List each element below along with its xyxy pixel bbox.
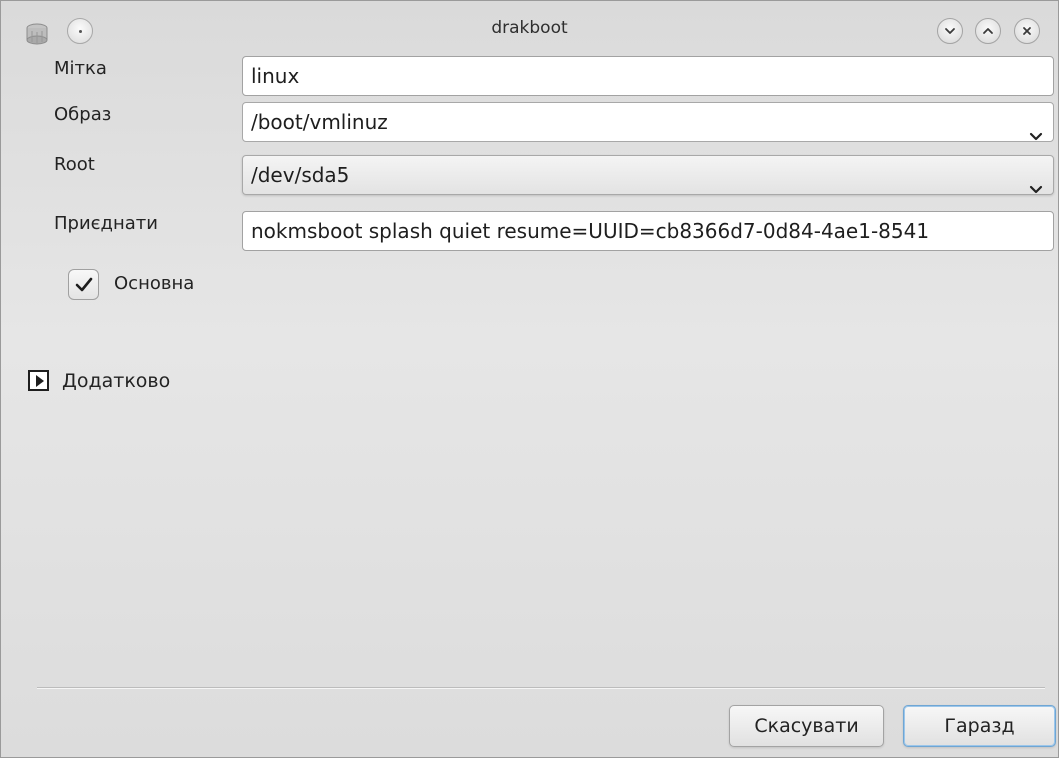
label-input[interactable]: linux — [242, 56, 1054, 96]
image-combobox[interactable]: /boot/vmlinuz — [242, 102, 1054, 142]
default-checkbox-label[interactable]: Основна — [114, 273, 194, 294]
chevron-down-icon[interactable] — [1029, 116, 1043, 154]
root-combobox-value: /dev/sda5 — [251, 163, 350, 187]
close-icon[interactable] — [1014, 18, 1040, 44]
root-field-label: Root — [54, 154, 95, 175]
cancel-button[interactable]: Скасувати — [729, 705, 884, 747]
separator — [37, 687, 1045, 689]
append-input[interactable]: nokmsboot splash quiet resume=UUID=cb836… — [242, 211, 1054, 251]
root-combobox[interactable]: /dev/sda5 — [242, 155, 1054, 195]
image-field-label: Образ — [54, 104, 112, 125]
maximize-icon[interactable] — [975, 18, 1001, 44]
minimize-icon[interactable] — [937, 18, 963, 44]
drakboot-window: drakboot Мітка linux Образ /boot/vmlinuz — [0, 0, 1059, 758]
triangle-right-icon[interactable] — [28, 370, 49, 391]
append-field-label: Приєднати — [54, 213, 158, 234]
default-checkbox[interactable] — [68, 269, 99, 300]
window-title: drakboot — [491, 18, 568, 38]
checkmark-icon — [75, 277, 93, 292]
image-combobox-value: /boot/vmlinuz — [251, 110, 388, 134]
label-field-label: Мітка — [54, 58, 107, 79]
title-bar[interactable]: drakboot — [1, 1, 1058, 45]
advanced-expander[interactable]: Додатково — [62, 370, 170, 392]
ok-button[interactable]: Гаразд — [903, 705, 1056, 747]
chevron-down-icon[interactable] — [1029, 169, 1043, 207]
